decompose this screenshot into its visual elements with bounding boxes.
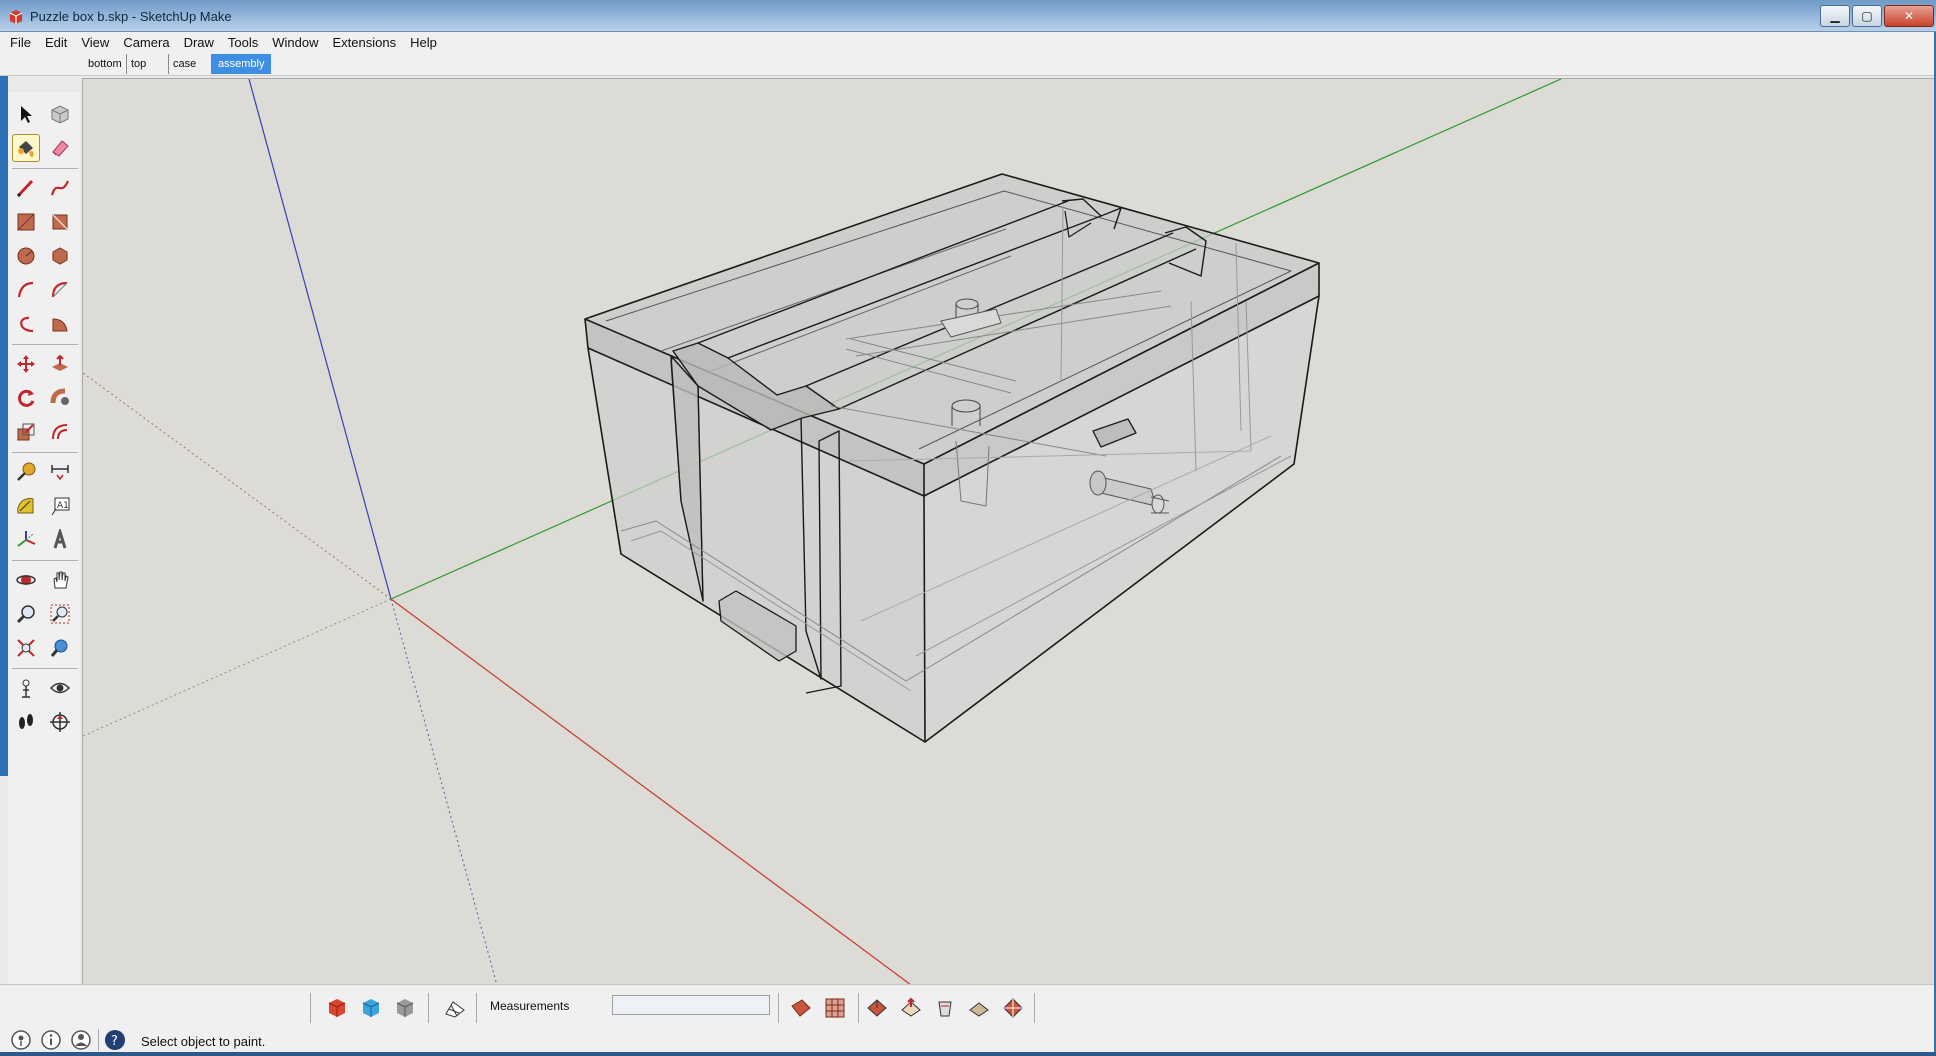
svg-text:?: ? bbox=[111, 1034, 118, 1049]
line-pencil-icon[interactable] bbox=[12, 174, 40, 202]
menu-view[interactable]: View bbox=[81, 35, 109, 50]
protractor-icon[interactable] bbox=[12, 492, 40, 520]
offset-icon[interactable] bbox=[46, 418, 74, 446]
pan-icon[interactable] bbox=[46, 566, 74, 594]
bottom-panel: Measurements ? Select object to paint. bbox=[0, 984, 1936, 1056]
blue-axis bbox=[248, 79, 392, 600]
two-point-arc-icon[interactable] bbox=[46, 276, 74, 304]
scene-tab-assembly[interactable]: assembly bbox=[211, 54, 272, 74]
zoom-window-icon[interactable] bbox=[46, 600, 74, 628]
axes-icon[interactable] bbox=[12, 526, 40, 554]
menu-file[interactable]: File bbox=[10, 35, 31, 50]
menu-extensions[interactable]: Extensions bbox=[333, 35, 397, 50]
maximize-button[interactable]: ▢ bbox=[1852, 5, 1882, 27]
freehand-icon[interactable] bbox=[46, 174, 74, 202]
zoom-icon[interactable] bbox=[12, 600, 40, 628]
red-axis-negative bbox=[83, 372, 392, 600]
toggle-terrain-icon[interactable] bbox=[820, 993, 850, 1023]
position-camera-icon[interactable] bbox=[12, 674, 40, 702]
blue-axis-negative bbox=[390, 598, 498, 984]
title-bar: Puzzle box b.skp - SketchUp Make ▁ ▢ ✕ bbox=[0, 0, 1936, 32]
green-axis-negative bbox=[83, 598, 392, 737]
move-icon[interactable] bbox=[12, 350, 40, 378]
make-component-icon[interactable] bbox=[46, 100, 74, 128]
model-canvas[interactable] bbox=[83, 79, 1934, 984]
window-title: Puzzle box b.skp - SketchUp Make bbox=[30, 9, 232, 24]
eraser-icon[interactable] bbox=[46, 134, 74, 162]
scene-tab-top[interactable]: top bbox=[126, 54, 150, 74]
photo-textures-icon[interactable] bbox=[862, 993, 892, 1023]
polygon-icon[interactable] bbox=[46, 242, 74, 270]
menu-camera[interactable]: Camera bbox=[123, 35, 169, 50]
orbit-icon[interactable] bbox=[12, 566, 40, 594]
select-arrow-icon[interactable] bbox=[12, 100, 40, 128]
minimize-button[interactable]: ▁ bbox=[1820, 5, 1850, 27]
rectangle-icon[interactable] bbox=[12, 208, 40, 236]
menu-bar: File Edit View Camera Draw Tools Window … bbox=[0, 32, 1936, 52]
red-cube-icon[interactable] bbox=[322, 993, 352, 1023]
previous-view-icon[interactable] bbox=[46, 634, 74, 662]
arc-icon[interactable] bbox=[12, 276, 40, 304]
share-model-icon[interactable] bbox=[896, 993, 926, 1023]
rotated-rectangle-icon[interactable] bbox=[46, 208, 74, 236]
status-text: Select object to paint. bbox=[141, 1034, 266, 1049]
zoom-extents-icon[interactable] bbox=[12, 634, 40, 662]
tape-measure-icon[interactable] bbox=[12, 458, 40, 486]
dimension-icon[interactable] bbox=[46, 458, 74, 486]
section-plane-icon[interactable] bbox=[46, 708, 74, 736]
text-icon[interactable]: A1 bbox=[46, 492, 74, 520]
menu-tools[interactable]: Tools bbox=[228, 35, 258, 50]
share-component-icon[interactable] bbox=[964, 993, 994, 1023]
get-models-icon[interactable] bbox=[930, 993, 960, 1023]
walk-icon[interactable] bbox=[12, 708, 40, 736]
scene-tab-bottom[interactable]: bottom bbox=[84, 54, 126, 74]
circle-icon[interactable] bbox=[12, 242, 40, 270]
large-tool-set: A1 bbox=[8, 92, 80, 984]
3d-text-icon[interactable] bbox=[46, 526, 74, 554]
blue-cube-icon[interactable] bbox=[356, 993, 386, 1023]
os-taskbar bbox=[0, 1052, 1936, 1056]
extension-warehouse-icon[interactable] bbox=[998, 993, 1028, 1023]
measurements-label: Measurements bbox=[490, 999, 570, 1013]
model-viewport[interactable] bbox=[82, 78, 1934, 984]
scene-tabs-bar: bottom top case assembly bbox=[0, 52, 1936, 76]
sketchup-window: Puzzle box b.skp - SketchUp Make ▁ ▢ ✕ F… bbox=[0, 0, 1936, 1056]
scene-tab-case[interactable]: case bbox=[168, 54, 200, 74]
scale-icon[interactable] bbox=[12, 418, 40, 446]
rotate-icon[interactable] bbox=[12, 384, 40, 412]
user-icon[interactable] bbox=[70, 1029, 92, 1051]
follow-me-icon[interactable] bbox=[46, 384, 74, 412]
pie-icon[interactable] bbox=[46, 310, 74, 338]
paint-bucket-icon[interactable] bbox=[12, 134, 40, 162]
menu-window[interactable]: Window bbox=[272, 35, 318, 50]
menu-edit[interactable]: Edit bbox=[45, 35, 67, 50]
measurements-input[interactable] bbox=[612, 995, 770, 1015]
add-location-icon[interactable] bbox=[786, 993, 816, 1023]
sandbox-icon[interactable] bbox=[440, 993, 470, 1023]
look-around-icon[interactable] bbox=[46, 674, 74, 702]
puzzle-box-model[interactable] bbox=[584, 173, 1320, 743]
close-button[interactable]: ✕ bbox=[1884, 5, 1934, 27]
credits-icon[interactable] bbox=[40, 1029, 62, 1051]
gray-cube-icon[interactable] bbox=[390, 993, 420, 1023]
help-icon[interactable]: ? bbox=[104, 1029, 126, 1051]
three-point-arc-icon[interactable] bbox=[12, 310, 40, 338]
menu-draw[interactable]: Draw bbox=[184, 35, 214, 50]
menu-help[interactable]: Help bbox=[410, 35, 437, 50]
window-left-edge bbox=[0, 76, 8, 1052]
sketchup-app-icon[interactable] bbox=[8, 9, 24, 25]
svg-text:A1: A1 bbox=[57, 501, 69, 511]
push-pull-icon[interactable] bbox=[46, 350, 74, 378]
geo-location-icon[interactable] bbox=[10, 1029, 32, 1051]
